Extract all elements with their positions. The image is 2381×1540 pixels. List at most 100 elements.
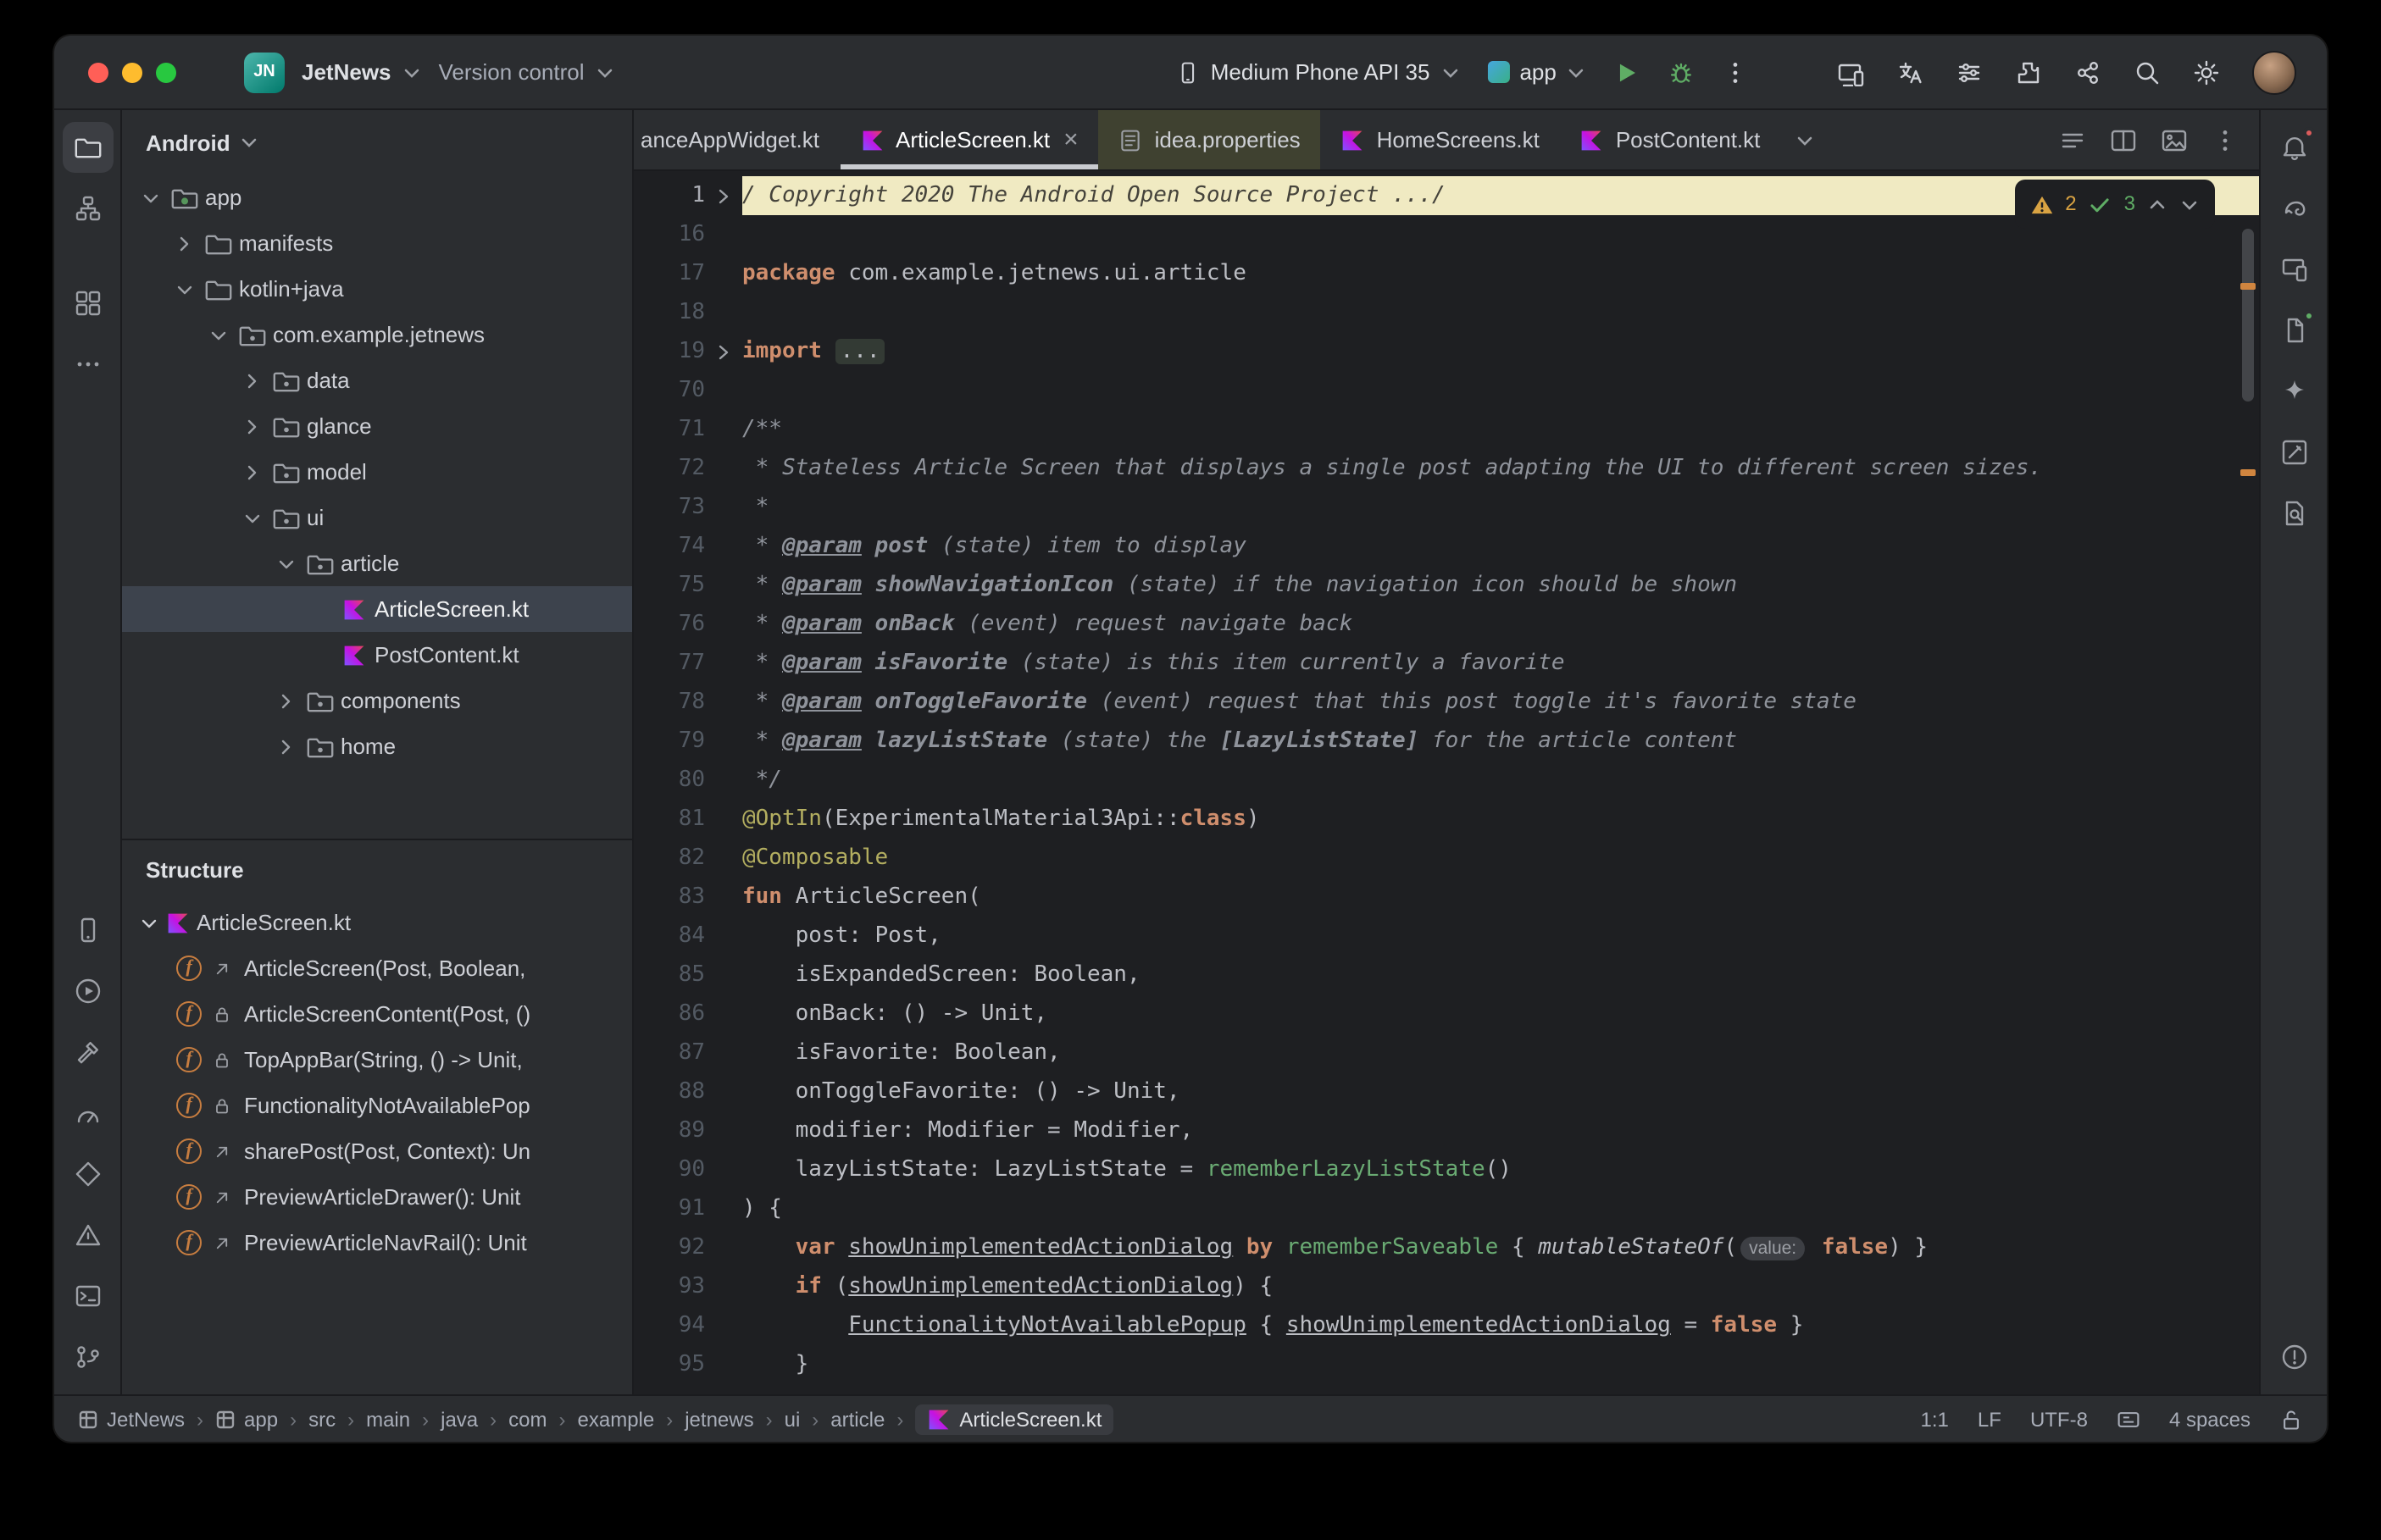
project-widget[interactable]: JetNews bbox=[302, 59, 422, 85]
editor-tab[interactable]: idea.properties bbox=[1098, 110, 1321, 169]
line-number[interactable]: 93 bbox=[634, 1267, 705, 1306]
device-explorer-tool-button[interactable] bbox=[2268, 305, 2319, 356]
more-run-actions-button[interactable] bbox=[1723, 58, 1750, 86]
line-number[interactable]: 79 bbox=[634, 722, 705, 761]
code-line[interactable]: 71 /** bbox=[634, 410, 2259, 449]
project-tree-item[interactable]: model bbox=[122, 449, 632, 495]
line-number[interactable]: 1 bbox=[634, 176, 705, 215]
code-line[interactable]: 70 bbox=[634, 371, 2259, 410]
structure-item[interactable]: f PreviewArticleDrawer(): Unit bbox=[122, 1174, 632, 1220]
close-icon[interactable]: × bbox=[1063, 127, 1079, 152]
vcs-widget[interactable]: Version control bbox=[439, 59, 615, 85]
breadcrumb-item[interactable]: example bbox=[578, 1407, 655, 1431]
tree-chevron[interactable] bbox=[237, 507, 268, 528]
encoding-widget[interactable]: UTF-8 bbox=[2030, 1407, 2088, 1431]
breadcrumb-item[interactable]: app bbox=[215, 1407, 278, 1431]
project-tool-button[interactable] bbox=[62, 122, 113, 173]
display-settings-button[interactable] bbox=[1956, 58, 1983, 86]
project-tree-item[interactable]: PostContent.kt bbox=[122, 632, 632, 678]
structure-root[interactable]: ArticleScreen.kt bbox=[122, 900, 632, 945]
editor[interactable]: 1 / Copyright 2020 The Android Open Sourc… bbox=[634, 171, 2259, 1394]
warning-stripe-mark[interactable] bbox=[2240, 469, 2256, 476]
run-button[interactable] bbox=[1614, 58, 1641, 86]
tree-chevron[interactable] bbox=[203, 324, 234, 345]
line-number[interactable]: 73 bbox=[634, 488, 705, 527]
settings-button[interactable] bbox=[2193, 58, 2220, 86]
code-line[interactable]: 73 * bbox=[634, 488, 2259, 527]
line-number[interactable]: 89 bbox=[634, 1111, 705, 1150]
preview-button[interactable] bbox=[2161, 126, 2188, 153]
line-number[interactable]: 86 bbox=[634, 994, 705, 1033]
next-problem-icon[interactable] bbox=[2179, 194, 2200, 214]
code-line[interactable]: 92 var showUnimplementedActionDialog by … bbox=[634, 1228, 2259, 1267]
line-number[interactable]: 74 bbox=[634, 527, 705, 566]
editor-tab[interactable]: PostContent.kt bbox=[1560, 110, 1781, 169]
line-number[interactable]: 71 bbox=[634, 410, 705, 449]
tree-chevron[interactable] bbox=[136, 187, 166, 208]
project-tree-item[interactable]: manifests bbox=[122, 220, 632, 266]
code-line[interactable]: 79 * @param lazyListState (state) the [L… bbox=[634, 722, 2259, 761]
code-line[interactable]: 95 } bbox=[634, 1345, 2259, 1384]
profiler-tool-button[interactable] bbox=[62, 1088, 113, 1138]
line-number[interactable]: 87 bbox=[634, 1033, 705, 1072]
project-tree-item[interactable]: ui bbox=[122, 495, 632, 540]
code-line[interactable]: 80 */ bbox=[634, 761, 2259, 800]
breadcrumb-item[interactable]: ui bbox=[785, 1407, 801, 1431]
running-devices-tool-button[interactable] bbox=[2268, 244, 2319, 295]
breadcrumb-item[interactable]: ArticleScreen.kt bbox=[915, 1404, 1114, 1434]
code-line[interactable]: 78 * @param onToggleFavorite (event) req… bbox=[634, 683, 2259, 722]
prev-problem-icon[interactable] bbox=[2147, 194, 2167, 214]
structure-item[interactable]: f ArticleScreen(Post, Boolean, bbox=[122, 945, 632, 991]
debug-button[interactable] bbox=[1668, 58, 1696, 86]
app-inspection-tool-button[interactable] bbox=[62, 1149, 113, 1199]
tree-chevron[interactable] bbox=[271, 553, 302, 573]
indent-widget[interactable]: 4 spaces bbox=[2169, 1407, 2251, 1431]
editor-tab[interactable]: HomeScreens.kt bbox=[1321, 110, 1560, 169]
profile-avatar[interactable] bbox=[2252, 50, 2296, 94]
code-line[interactable]: 75 * @param showNavigationIcon (state) i… bbox=[634, 566, 2259, 605]
line-number[interactable]: 95 bbox=[634, 1345, 705, 1384]
line-number[interactable]: 81 bbox=[634, 800, 705, 839]
minimize-window-button[interactable] bbox=[122, 62, 142, 82]
breadcrumb-item[interactable]: src bbox=[308, 1407, 336, 1431]
structure-item[interactable]: f TopAppBar(String, () -> Unit, bbox=[122, 1037, 632, 1083]
tab-overflow-button[interactable] bbox=[1780, 110, 1828, 169]
tree-chevron[interactable] bbox=[169, 233, 200, 253]
layout-inspector-tool-button[interactable] bbox=[2268, 427, 2319, 478]
run-configuration-selector[interactable]: app bbox=[1487, 59, 1586, 85]
project-tree-item[interactable]: components bbox=[122, 678, 632, 723]
run-tool-button[interactable] bbox=[62, 966, 113, 1017]
assistant-tool-button[interactable] bbox=[2268, 488, 2319, 539]
breadcrumb-item[interactable]: com bbox=[508, 1407, 547, 1431]
code-line[interactable]: 19 import ... bbox=[634, 332, 2259, 371]
project-tree-item[interactable]: kotlin+java bbox=[122, 266, 632, 312]
code-line[interactable]: 72 * Stateless Article Screen that displ… bbox=[634, 449, 2259, 488]
structure-item[interactable]: f PreviewArticleNavRail(): Unit bbox=[122, 1220, 632, 1266]
problems-tool-button[interactable] bbox=[2268, 1332, 2319, 1382]
code-line[interactable]: 85 isExpandedScreen: Boolean, bbox=[634, 956, 2259, 994]
code-line[interactable]: 83 fun ArticleScreen( bbox=[634, 878, 2259, 917]
close-window-button[interactable] bbox=[88, 62, 108, 82]
commit-tool-button[interactable] bbox=[62, 183, 113, 234]
code-line[interactable]: 81 @OptIn(ExperimentalMaterial3Api::class… bbox=[634, 800, 2259, 839]
line-number[interactable]: 78 bbox=[634, 683, 705, 722]
code-line[interactable]: 18 bbox=[634, 293, 2259, 332]
gutter-fold[interactable] bbox=[705, 332, 742, 371]
tree-chevron[interactable] bbox=[271, 736, 302, 756]
line-number[interactable]: 72 bbox=[634, 449, 705, 488]
gemini-tool-button[interactable] bbox=[2268, 366, 2319, 417]
line-number[interactable]: 88 bbox=[634, 1072, 705, 1111]
code-line[interactable]: 77 * @param isFavorite (state) is this i… bbox=[634, 644, 2259, 683]
device-selector[interactable]: Medium Phone API 35 bbox=[1177, 59, 1461, 85]
line-number[interactable]: 82 bbox=[634, 839, 705, 878]
tree-chevron[interactable] bbox=[169, 279, 200, 299]
gutter-fold[interactable] bbox=[705, 176, 742, 215]
project-tree-item[interactable]: glance bbox=[122, 403, 632, 449]
more-tools-tool-button[interactable] bbox=[62, 339, 113, 390]
code-line[interactable]: 84 post: Post, bbox=[634, 917, 2259, 956]
code-line[interactable]: 90 lazyListState: LazyListState = rememb… bbox=[634, 1150, 2259, 1189]
terminal-tool-button[interactable] bbox=[62, 1271, 113, 1321]
code-line[interactable]: 87 isFavorite: Boolean, bbox=[634, 1033, 2259, 1072]
editor-tab[interactable]: anceAppWidget.kt bbox=[634, 110, 840, 169]
code-line[interactable]: 88 onToggleFavorite: () -> Unit, bbox=[634, 1072, 2259, 1111]
